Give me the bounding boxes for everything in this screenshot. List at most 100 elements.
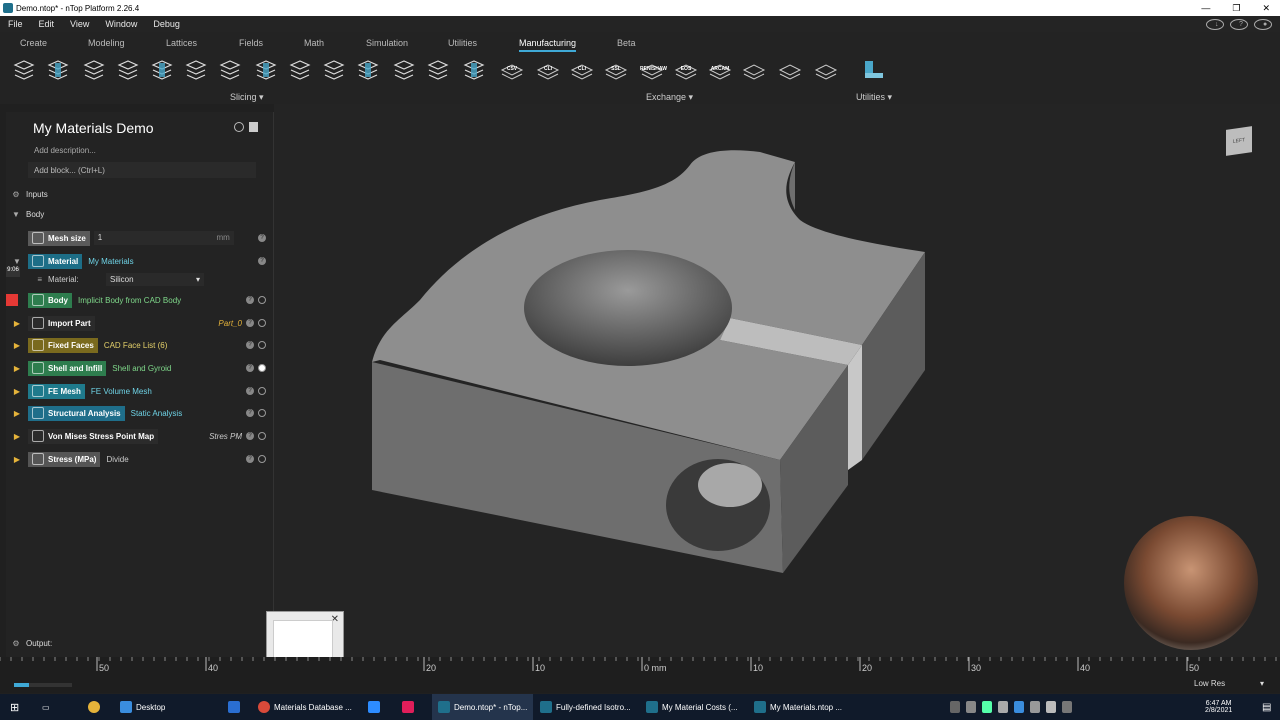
expand-arrow-icon[interactable]: ▶ bbox=[6, 341, 28, 350]
block-tag[interactable]: Stress (MPa) bbox=[28, 451, 101, 467]
help-icon[interactable]: ? bbox=[258, 234, 266, 242]
download-icon[interactable]: ↓ bbox=[1206, 18, 1224, 30]
exchange-tool-icon[interactable] bbox=[814, 58, 838, 82]
mail-icon[interactable] bbox=[228, 694, 240, 720]
exchange-tool-icon[interactable]: CLI bbox=[536, 58, 560, 82]
taskbar-my-materials[interactable]: My Materials.ntop ... bbox=[754, 694, 842, 720]
exchange-tool-icon[interactable] bbox=[778, 58, 802, 82]
block-alias[interactable]: Part_0 bbox=[218, 319, 242, 328]
mesh-size-tag[interactable]: Mesh size bbox=[28, 230, 90, 246]
slicing-tool-icon[interactable] bbox=[462, 58, 486, 82]
menu-debug[interactable]: Debug bbox=[145, 19, 188, 29]
collapse-arrow-icon[interactable]: ▼ bbox=[6, 210, 26, 219]
visibility-icon[interactable] bbox=[258, 432, 266, 440]
expand-arrow-icon[interactable]: ▼ bbox=[6, 257, 28, 266]
block-tag[interactable]: Von Mises Stress Point Map bbox=[28, 428, 159, 444]
visibility-icon[interactable] bbox=[258, 296, 266, 304]
view-cube[interactable]: LEFT bbox=[1226, 126, 1252, 156]
slicing-tool-icon[interactable] bbox=[356, 58, 380, 82]
exchange-tool-icon[interactable]: ARCAM bbox=[708, 58, 732, 82]
help-icon[interactable]: ? bbox=[246, 364, 254, 372]
slicing-tool-icon[interactable] bbox=[116, 58, 140, 82]
zoom-icon[interactable] bbox=[368, 694, 380, 720]
expand-arrow-icon[interactable]: ▶ bbox=[6, 319, 28, 328]
tab-modeling[interactable]: Modeling bbox=[88, 38, 125, 48]
slack-icon[interactable] bbox=[402, 694, 414, 720]
visibility-icon[interactable] bbox=[258, 319, 266, 327]
slicing-tool-icon[interactable] bbox=[322, 58, 346, 82]
resolution-dropdown[interactable]: Low Res ▾ bbox=[1186, 679, 1264, 691]
visibility-icon[interactable] bbox=[258, 387, 266, 395]
utilities-group-label[interactable]: Utilities ▾ bbox=[856, 92, 892, 103]
expand-arrow-icon[interactable]: ▶ bbox=[6, 364, 28, 373]
tab-simulation[interactable]: Simulation bbox=[366, 38, 408, 48]
slicing-tool-icon[interactable] bbox=[392, 58, 416, 82]
help-icon[interactable]: ? bbox=[246, 319, 254, 327]
exchange-tool-icon[interactable]: CLI bbox=[570, 58, 594, 82]
restore-button[interactable]: ❐ bbox=[1232, 3, 1240, 14]
slicing-tool-icon[interactable] bbox=[218, 58, 242, 82]
block-alias[interactable]: Stres PM bbox=[209, 432, 242, 441]
tab-manufacturing[interactable]: Manufacturing bbox=[519, 38, 577, 52]
taskbar-desktop[interactable]: Desktop bbox=[120, 694, 165, 720]
minimize-button[interactable]: — bbox=[1201, 3, 1210, 14]
taskbar-clock[interactable]: 6:47 AM 2/8/2021 bbox=[1205, 694, 1232, 720]
block-tag[interactable]: Fixed Faces bbox=[28, 337, 98, 353]
slicing-group-label[interactable]: Slicing ▾ bbox=[230, 92, 264, 103]
body-section-label[interactable]: Body bbox=[26, 210, 44, 219]
slicing-tool-icon[interactable] bbox=[254, 58, 278, 82]
tab-lattices[interactable]: Lattices bbox=[166, 38, 197, 48]
expand-arrow-icon[interactable]: ▶ bbox=[6, 432, 28, 441]
tab-math[interactable]: Math bbox=[304, 38, 324, 48]
slicing-tool-icon[interactable] bbox=[82, 58, 106, 82]
visibility-icon[interactable] bbox=[258, 341, 266, 349]
inputs-label[interactable]: Inputs bbox=[26, 190, 48, 199]
system-tray[interactable] bbox=[950, 694, 1072, 720]
slicing-tool-icon[interactable] bbox=[12, 58, 36, 82]
taskbar-my-material-costs[interactable]: My Material Costs (... bbox=[646, 694, 738, 720]
help-icon[interactable]: ? bbox=[246, 341, 254, 349]
slicing-tool-icon[interactable] bbox=[150, 58, 174, 82]
help-icon[interactable]: ? bbox=[246, 296, 254, 304]
block-tag[interactable]: Body bbox=[28, 292, 72, 308]
slicing-tool-icon[interactable] bbox=[184, 58, 208, 82]
menu-file[interactable]: File bbox=[0, 19, 31, 29]
help-icon[interactable]: ? bbox=[246, 455, 254, 463]
visibility-icon[interactable] bbox=[258, 364, 266, 372]
chrome-icon[interactable] bbox=[88, 694, 100, 720]
task-view-icon[interactable]: ▭ bbox=[42, 694, 50, 720]
taskbar-materials-database[interactable]: Materials Database ... bbox=[258, 694, 352, 720]
slicing-tool-icon[interactable] bbox=[288, 58, 312, 82]
block-tag[interactable]: FE Mesh bbox=[28, 383, 85, 399]
refresh-icon[interactable] bbox=[234, 122, 244, 132]
help-icon[interactable]: ? bbox=[246, 387, 254, 395]
block-tag[interactable]: Shell and Infill bbox=[28, 360, 107, 376]
slicing-tool-icon[interactable] bbox=[426, 58, 450, 82]
help-icon[interactable]: ? bbox=[246, 409, 254, 417]
add-block-input[interactable]: Add block... (Ctrl+L) bbox=[28, 162, 256, 178]
add-description[interactable]: Add description... bbox=[34, 146, 96, 155]
taskbar-fully-defined[interactable]: Fully-defined Isotro... bbox=[540, 694, 631, 720]
notification-icon[interactable]: ▤ bbox=[1262, 694, 1271, 720]
visibility-icon[interactable] bbox=[258, 409, 266, 417]
exchange-tool-icon[interactable] bbox=[742, 58, 766, 82]
expand-arrow-icon[interactable]: ▶ bbox=[6, 387, 28, 396]
exchange-tool-icon[interactable]: EOS bbox=[674, 58, 698, 82]
menu-view[interactable]: View bbox=[62, 19, 97, 29]
exchange-tool-icon[interactable]: SSL bbox=[604, 58, 628, 82]
tab-beta[interactable]: Beta bbox=[617, 38, 636, 48]
windows-start-icon[interactable]: ⊞ bbox=[10, 694, 19, 720]
help-icon[interactable]: ? bbox=[1230, 18, 1248, 30]
exchange-group-label[interactable]: Exchange ▾ bbox=[646, 92, 693, 103]
tab-create[interactable]: Create bbox=[20, 38, 47, 48]
menu-edit[interactable]: Edit bbox=[31, 19, 63, 29]
block-tag[interactable]: Import Part bbox=[28, 315, 95, 331]
utilities-tool-icon[interactable] bbox=[862, 58, 886, 82]
material-tag[interactable]: Material bbox=[28, 253, 83, 269]
close-button[interactable]: ✕ bbox=[1262, 3, 1270, 14]
help-icon[interactable]: ? bbox=[246, 432, 254, 440]
tab-utilities[interactable]: Utilities bbox=[448, 38, 477, 48]
tab-fields[interactable]: Fields bbox=[239, 38, 263, 48]
expand-arrow-icon[interactable]: ▶ bbox=[6, 409, 28, 418]
notebook-title[interactable]: My Materials Demo bbox=[33, 120, 154, 136]
